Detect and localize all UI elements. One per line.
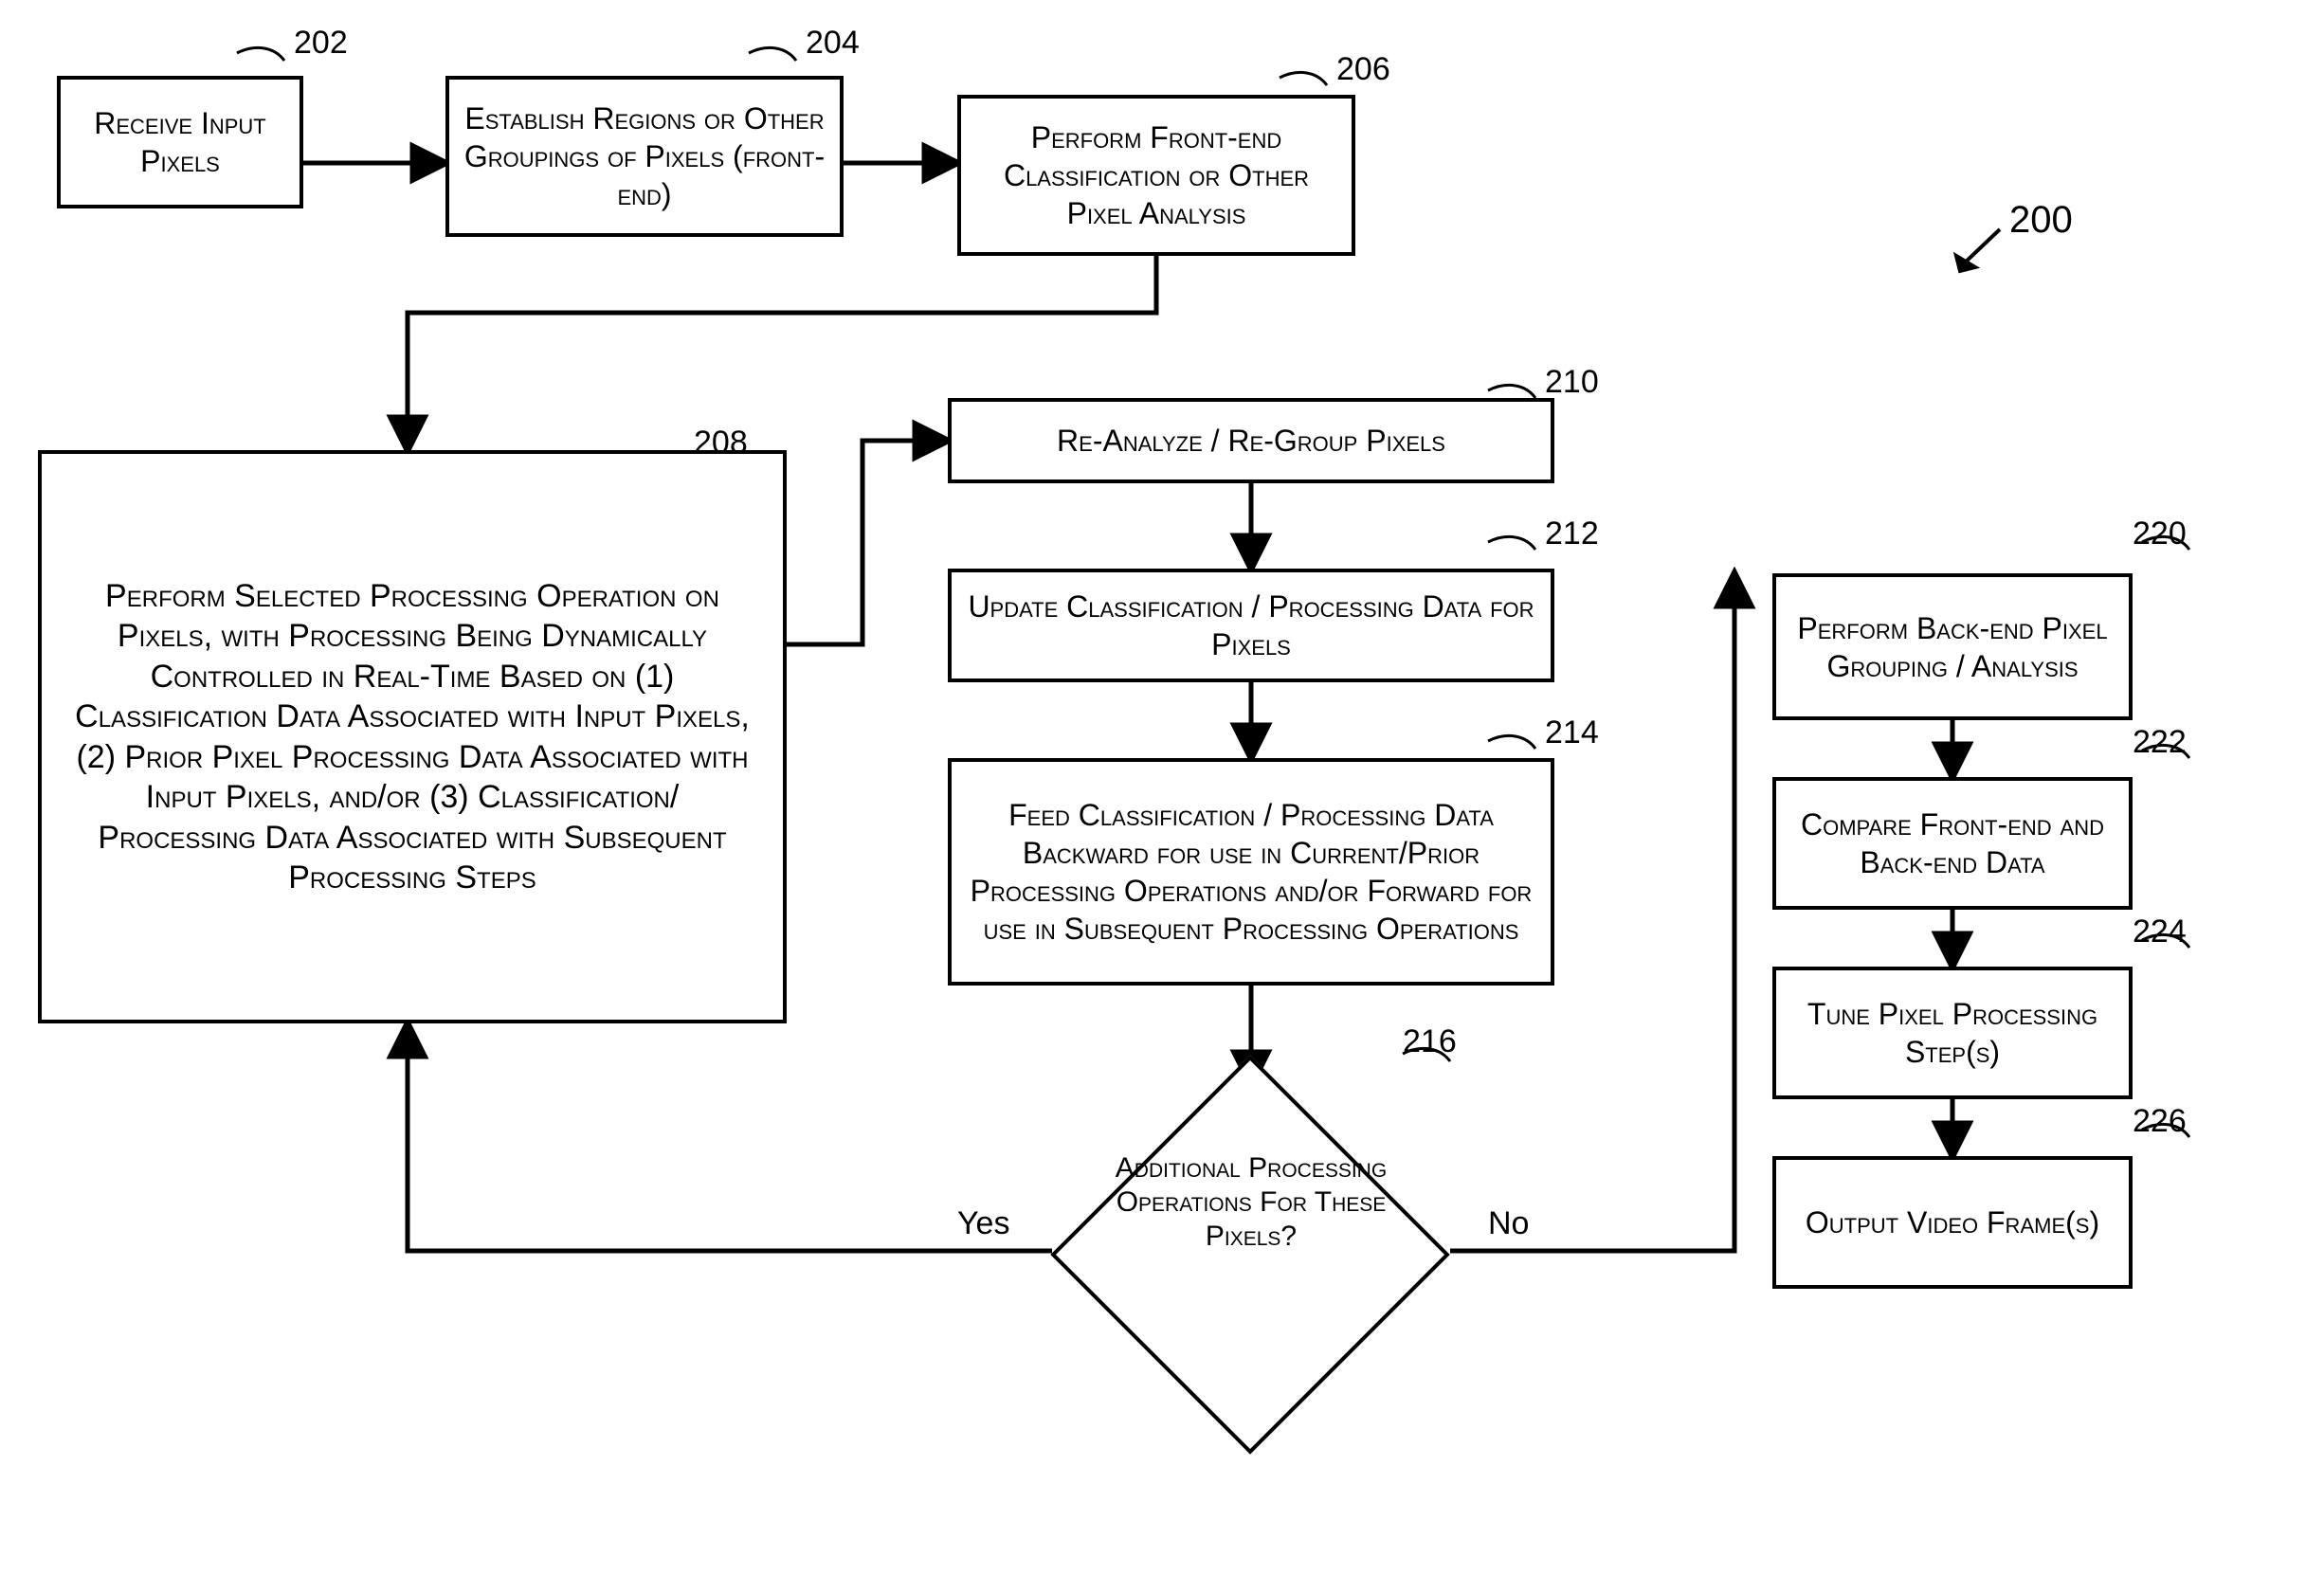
- ref-220: 220: [2133, 516, 2187, 552]
- node-text: Perform Back-end Pixel Grouping / Analys…: [1789, 609, 2115, 685]
- node-establish-regions: Establish Regions or Other Groupings of …: [445, 76, 844, 237]
- figure-reference: 200: [2009, 199, 2073, 242]
- node-text: Perform Front-end Classification or Othe…: [974, 118, 1338, 232]
- decision-additional-processing: [1050, 1055, 1449, 1454]
- node-text: Tune Pixel Processing Step(s): [1789, 995, 2115, 1071]
- node-tune-pixel-processing: Tune Pixel Processing Step(s): [1772, 967, 2133, 1099]
- node-front-end-classification: Perform Front-end Classification or Othe…: [957, 95, 1355, 256]
- flowchart-canvas: 200 Receive Input Pixels 202 Establish R…: [0, 0, 2324, 1574]
- node-compare-front-back: Compare Front-end and Back-end Data: [1772, 777, 2133, 910]
- node-receive-input-pixels: Receive Input Pixels: [57, 76, 303, 208]
- node-text: Perform Selected Processing Operation on…: [70, 576, 754, 898]
- node-perform-selected-processing: Perform Selected Processing Operation on…: [38, 450, 787, 1023]
- node-update-classification: Update Classification / Processing Data …: [948, 569, 1554, 682]
- node-text: Compare Front-end and Back-end Data: [1789, 805, 2115, 881]
- ref-222: 222: [2133, 724, 2187, 761]
- node-reanalyze-regroup: Re-Analyze / Re-Group Pixels: [948, 398, 1554, 483]
- node-text: Update Classification / Processing Data …: [965, 588, 1537, 663]
- decision-text: Additional Processing Operations For The…: [1080, 1151, 1422, 1254]
- ref-216: 216: [1403, 1023, 1457, 1060]
- node-text: Output Video Frame(s): [1806, 1203, 2099, 1241]
- ref-206: 206: [1336, 51, 1390, 88]
- node-text: Establish Regions or Other Groupings of …: [463, 100, 826, 213]
- ref-212: 212: [1545, 516, 1599, 552]
- ref-224: 224: [2133, 914, 2187, 950]
- node-feed-classification: Feed Classification / Processing Data Ba…: [948, 758, 1554, 986]
- node-text: Feed Classification / Processing Data Ba…: [965, 796, 1537, 948]
- node-backend-grouping: Perform Back-end Pixel Grouping / Analys…: [1772, 573, 2133, 720]
- node-output-video-frames: Output Video Frame(s): [1772, 1156, 2133, 1289]
- node-text: Re-Analyze / Re-Group Pixels: [1057, 422, 1445, 460]
- node-text: Receive Input Pixels: [74, 104, 286, 180]
- edge-label-no: No: [1488, 1205, 1529, 1242]
- ref-208: 208: [694, 425, 748, 461]
- ref-202: 202: [294, 25, 348, 62]
- ref-214: 214: [1545, 715, 1599, 751]
- edge-label-yes: Yes: [957, 1205, 1009, 1242]
- ref-210: 210: [1545, 364, 1599, 401]
- ref-204: 204: [806, 25, 860, 62]
- ref-226: 226: [2133, 1103, 2187, 1140]
